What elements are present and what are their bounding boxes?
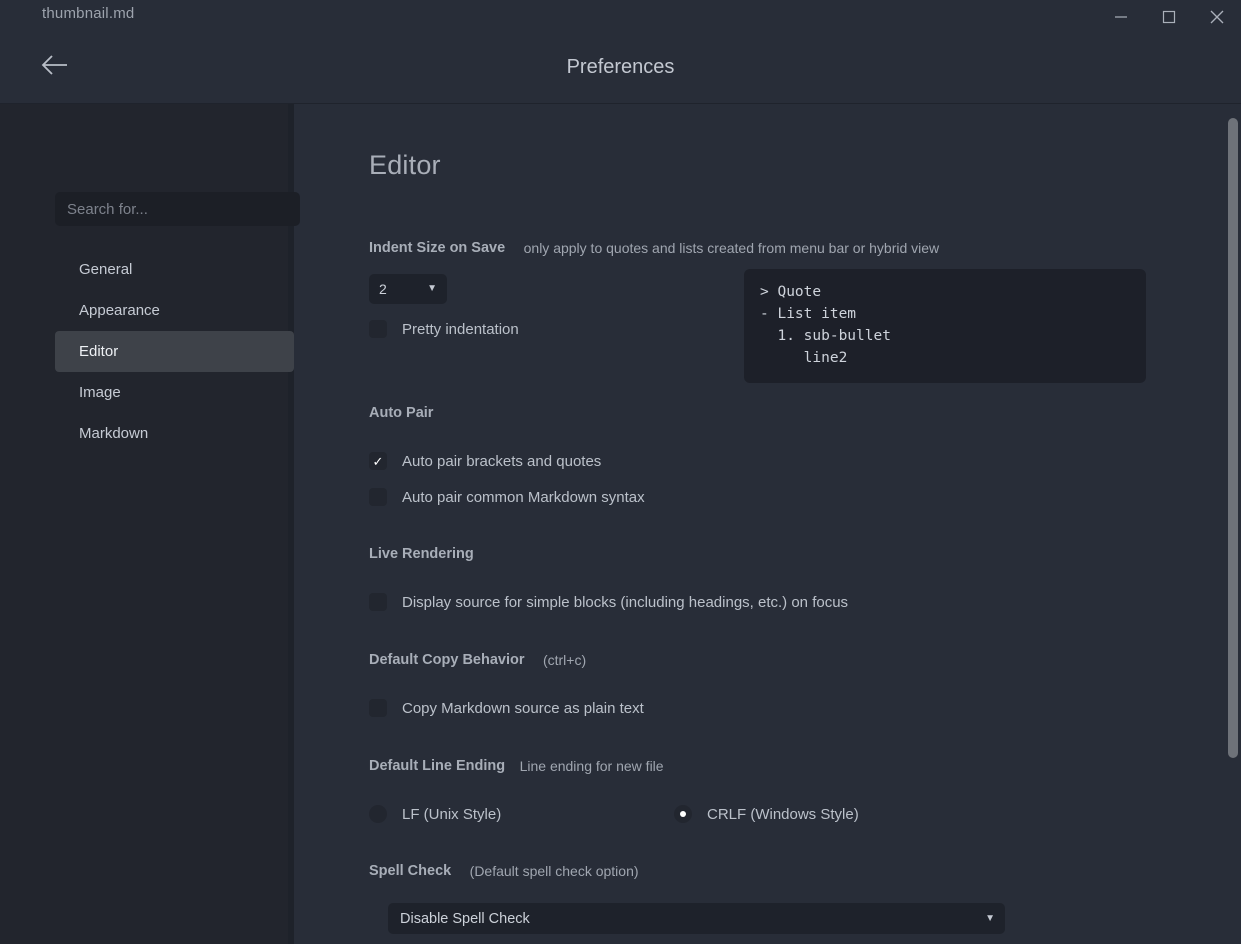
sidebar-item-general[interactable]: General bbox=[55, 249, 294, 290]
section-hint: (Default spell check option) bbox=[469, 862, 639, 879]
pretty-indentation-label: Pretty indentation bbox=[402, 320, 519, 338]
auto-pair-markdown-row[interactable]: Auto pair common Markdown syntax bbox=[369, 488, 645, 506]
sidebar-nav: General Appearance Editor Image Markdown bbox=[55, 249, 294, 454]
sidebar-item-label: Image bbox=[79, 384, 121, 401]
indent-preview: > Quote - List item 1. sub-bullet line2 bbox=[744, 269, 1146, 383]
sidebar-item-editor[interactable]: Editor bbox=[55, 331, 294, 372]
line-ending-crlf-row[interactable]: CRLF (Windows Style) bbox=[674, 805, 859, 823]
scrollbar-thumb[interactable] bbox=[1228, 118, 1238, 758]
title-bar: thumbnail.md Preferences bbox=[0, 0, 1241, 104]
spell-check-value: Disable Spell Check bbox=[400, 910, 530, 927]
section-title: Default Copy Behavior bbox=[369, 651, 525, 668]
section-title: Default Line Ending bbox=[369, 757, 506, 774]
preferences-window: thumbnail.md Preferences Search for... G… bbox=[0, 0, 1241, 944]
auto-pair-markdown-checkbox[interactable] bbox=[369, 488, 387, 506]
indent-size-value: 2 bbox=[379, 281, 387, 297]
close-icon bbox=[1209, 9, 1225, 25]
section-live-rendering: Live Rendering Display source for simple… bbox=[369, 545, 848, 611]
section-auto-pair: Auto Pair ✓ Auto pair brackets and quote… bbox=[369, 404, 645, 506]
sidebar-item-label: Markdown bbox=[79, 425, 149, 442]
chevron-down-icon: ▼ bbox=[427, 283, 437, 294]
section-header: Spell Check (Default spell check option) bbox=[369, 862, 1005, 880]
auto-pair-brackets-label: Auto pair brackets and quotes bbox=[402, 452, 602, 470]
section-line-ending: Default Line Ending Line ending for new … bbox=[369, 757, 859, 823]
sidebar-item-image[interactable]: Image bbox=[55, 372, 294, 413]
line-ending-crlf-label: CRLF (Windows Style) bbox=[707, 805, 859, 823]
section-header: Default Copy Behavior (ctrl+c) bbox=[369, 651, 644, 669]
document-title: thumbnail.md bbox=[42, 5, 135, 22]
line-ending-lf-radio[interactable] bbox=[369, 805, 387, 823]
line-ending-lf-label: LF (Unix Style) bbox=[402, 805, 502, 823]
section-title: Spell Check bbox=[369, 862, 452, 879]
auto-pair-brackets-row[interactable]: ✓ Auto pair brackets and quotes bbox=[369, 452, 645, 470]
display-source-row[interactable]: Display source for simple blocks (includ… bbox=[369, 593, 848, 611]
section-header: Default Line Ending Line ending for new … bbox=[369, 757, 859, 775]
copy-plain-text-label: Copy Markdown source as plain text bbox=[402, 699, 644, 717]
body-area: General Appearance Editor Image Markdown… bbox=[0, 104, 1241, 944]
sidebar-item-label: General bbox=[79, 261, 133, 278]
sidebar-item-label: Editor bbox=[79, 343, 119, 360]
check-icon: ✓ bbox=[372, 453, 384, 469]
section-header: Auto Pair bbox=[369, 404, 645, 422]
pretty-indentation-checkbox[interactable] bbox=[369, 320, 387, 338]
section-title: Live Rendering bbox=[369, 545, 474, 562]
section-header: Indent Size on Save only apply to quotes… bbox=[369, 239, 939, 257]
window-controls bbox=[1097, 0, 1241, 34]
section-spell-check: Spell Check (Default spell check option)… bbox=[369, 862, 1005, 934]
indent-size-select[interactable]: 2 ▼ bbox=[369, 274, 447, 304]
auto-pair-markdown-label: Auto pair common Markdown syntax bbox=[402, 488, 645, 506]
maximize-icon bbox=[1162, 10, 1176, 24]
section-copy-behavior: Default Copy Behavior (ctrl+c) Copy Mark… bbox=[369, 651, 644, 717]
sidebar-item-appearance[interactable]: Appearance bbox=[55, 290, 294, 331]
copy-plain-text-checkbox[interactable] bbox=[369, 699, 387, 717]
radio-dot bbox=[680, 811, 686, 817]
display-source-label: Display source for simple blocks (includ… bbox=[402, 593, 849, 611]
section-hint: (ctrl+c) bbox=[542, 651, 587, 668]
display-source-checkbox[interactable] bbox=[369, 593, 387, 611]
search-input[interactable] bbox=[55, 192, 300, 226]
line-ending-radio-group: LF (Unix Style) CRLF (Windows Style) bbox=[369, 805, 859, 823]
copy-plain-text-row[interactable]: Copy Markdown source as plain text bbox=[369, 699, 644, 717]
auto-pair-brackets-checkbox[interactable]: ✓ bbox=[369, 452, 387, 470]
line-ending-crlf-radio[interactable] bbox=[674, 805, 692, 823]
sidebar-item-markdown[interactable]: Markdown bbox=[55, 413, 294, 454]
section-title: Auto Pair bbox=[369, 404, 434, 421]
section-title: Indent Size on Save bbox=[369, 239, 506, 256]
content-scrollbar[interactable] bbox=[1228, 104, 1241, 944]
line-ending-lf-row[interactable]: LF (Unix Style) bbox=[369, 805, 674, 823]
sidebar: General Appearance Editor Image Markdown bbox=[0, 104, 300, 944]
section-hint: Line ending for new file bbox=[519, 757, 664, 774]
minimize-icon bbox=[1114, 10, 1128, 24]
spell-check-select[interactable]: Disable Spell Check ▼ bbox=[388, 903, 1005, 934]
minimize-button[interactable] bbox=[1097, 0, 1145, 34]
content-heading: Editor bbox=[369, 150, 441, 180]
settings-content: Editor Indent Size on Save only apply to… bbox=[300, 104, 1241, 944]
sidebar-item-label: Appearance bbox=[79, 302, 160, 319]
section-header: Live Rendering bbox=[369, 545, 848, 563]
maximize-button[interactable] bbox=[1145, 0, 1193, 34]
close-button[interactable] bbox=[1193, 0, 1241, 34]
page-title: Preferences bbox=[566, 56, 675, 78]
section-hint: only apply to quotes and lists created f… bbox=[523, 239, 940, 256]
chevron-down-icon: ▼ bbox=[985, 912, 995, 924]
